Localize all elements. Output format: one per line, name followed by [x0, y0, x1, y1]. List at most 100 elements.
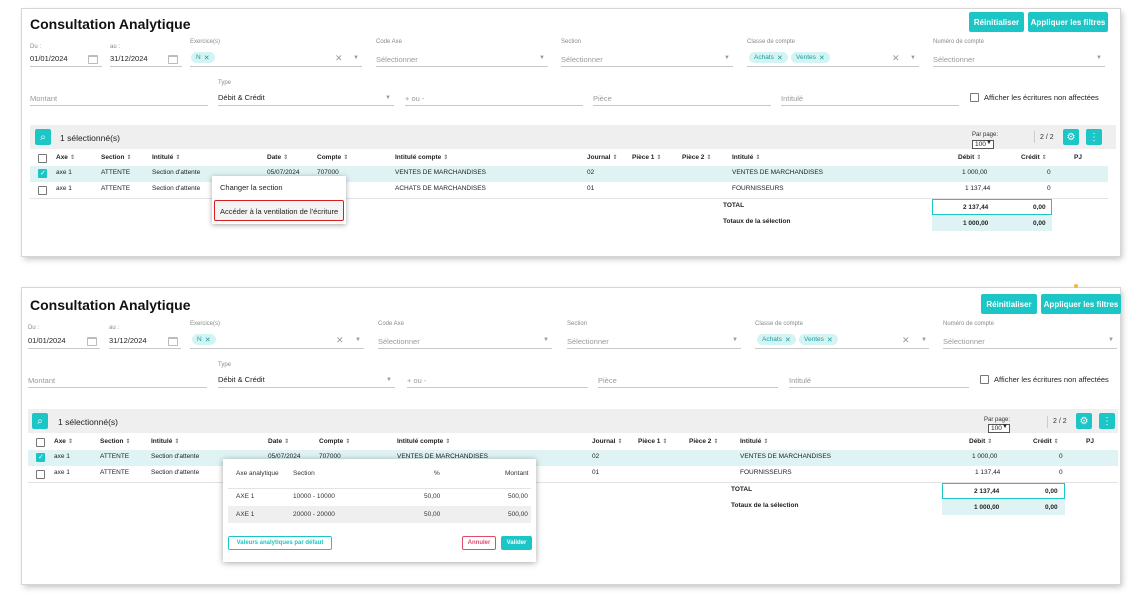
classe-chip-ventes[interactable]: Ventes ✕	[799, 334, 838, 345]
au-date-input[interactable]: 31/12/2024	[109, 336, 147, 345]
type-select[interactable]: Débit & Crédit	[218, 93, 265, 102]
col-piece2[interactable]: Pièce 2 ⇕	[682, 154, 711, 161]
col-axe[interactable]: Axe ⇕	[56, 154, 75, 161]
select-all-checkbox[interactable]	[36, 438, 45, 447]
classe-chip-achats[interactable]: Achats ✕	[757, 334, 796, 345]
numero-select[interactable]: Sélectionner	[943, 337, 985, 346]
classe-chip-ventes[interactable]: Ventes ✕	[791, 52, 830, 63]
col-debit[interactable]: Débit ⇕	[969, 438, 992, 445]
validate-button[interactable]: Valider	[501, 536, 532, 550]
close-icon[interactable]: ✕	[335, 53, 343, 64]
reset-button[interactable]: Réinitialiser	[981, 294, 1037, 314]
col-intitule-2[interactable]: Intitulé ⇕	[732, 154, 760, 161]
col-debit[interactable]: Débit ⇕	[958, 154, 981, 161]
change-section-menu-item[interactable]: Changer la section	[220, 183, 283, 192]
chevron-down-icon[interactable]: ▼	[1108, 337, 1114, 343]
close-icon[interactable]: ✕	[902, 335, 910, 346]
montant-input[interactable]: Montant	[30, 94, 57, 103]
numero-select[interactable]: Sélectionner	[933, 55, 975, 64]
per-page-select[interactable]: 100 ▼	[988, 424, 1010, 433]
col-section[interactable]: Section ⇕	[100, 438, 131, 445]
chevron-down-icon[interactable]: ▼	[732, 337, 738, 343]
type-select[interactable]: Débit & Crédit	[218, 375, 265, 384]
col-intitule-compte[interactable]: Intitulé compte ⇕	[397, 438, 450, 445]
row-checkbox[interactable]	[36, 470, 45, 479]
calendar-icon[interactable]	[168, 55, 178, 64]
col-journal[interactable]: Journal ⇕	[587, 154, 618, 161]
col-section[interactable]: Section ⇕	[101, 154, 132, 161]
popup-cell-montant[interactable]: 500,00	[508, 511, 528, 518]
du-date-input[interactable]: 01/01/2024	[30, 54, 68, 63]
apply-filters-button[interactable]: Appliquer les filtres	[1041, 294, 1121, 314]
more-vert-icon[interactable]: ⋮	[1086, 129, 1102, 145]
non-affectees-checkbox[interactable]	[970, 93, 979, 102]
chevron-down-icon[interactable]: ▼	[724, 55, 730, 61]
popup-cell-section[interactable]: 20000 - 20000	[293, 511, 335, 518]
chevron-down-icon[interactable]: ▼	[539, 55, 545, 61]
chevron-down-icon[interactable]: ▼	[1096, 55, 1102, 61]
default-values-button[interactable]: Valeurs analytiques par défaut	[228, 536, 332, 550]
intitule-input[interactable]: Intitulé	[781, 94, 803, 103]
du-date-input[interactable]: 01/01/2024	[28, 336, 66, 345]
row-checkbox[interactable]	[38, 186, 47, 195]
col-credit[interactable]: Crédit ⇕	[1033, 438, 1059, 445]
chevron-down-icon[interactable]: ▼	[385, 95, 391, 101]
close-icon[interactable]: ✕	[892, 53, 900, 64]
piece-input[interactable]: Pièce	[593, 94, 612, 103]
col-intitule[interactable]: Intitulé ⇕	[151, 438, 179, 445]
popup-cell-pct[interactable]: 50,00	[424, 493, 440, 500]
code-axe-select[interactable]: Sélectionner	[376, 55, 418, 64]
gear-icon[interactable]: ⚙	[1076, 413, 1092, 429]
chevron-down-icon[interactable]: ▼	[910, 55, 916, 61]
exercice-chip[interactable]: N ✕	[192, 334, 216, 345]
intitule-input[interactable]: Intitulé	[789, 376, 811, 385]
apply-filters-button[interactable]: Appliquer les filtres	[1028, 12, 1108, 32]
chevron-down-icon[interactable]: ▼	[921, 337, 927, 343]
select-all-checkbox[interactable]	[38, 154, 47, 163]
reset-button[interactable]: Réinitialiser	[969, 12, 1024, 32]
chevron-down-icon[interactable]: ▼	[543, 337, 549, 343]
col-piece1[interactable]: Pièce 1 ⇕	[638, 438, 667, 445]
calendar-icon[interactable]	[88, 55, 98, 64]
section-select[interactable]: Sélectionner	[567, 337, 609, 346]
section-select[interactable]: Sélectionner	[561, 55, 603, 64]
montant-input[interactable]: Montant	[28, 376, 55, 385]
non-affectees-checkbox[interactable]	[980, 375, 989, 384]
code-axe-select[interactable]: Sélectionner	[378, 337, 420, 346]
au-date-input[interactable]: 31/12/2024	[110, 54, 148, 63]
col-date[interactable]: Date ⇕	[268, 438, 289, 445]
popup-cell-section[interactable]: 10000 - 10000	[293, 493, 335, 500]
row-checkbox[interactable]	[36, 453, 45, 462]
popup-cell-pct[interactable]: 50,00	[424, 511, 440, 518]
exercice-chip[interactable]: N ✕	[191, 52, 215, 63]
col-compte[interactable]: Compte ⇕	[319, 438, 350, 445]
col-journal[interactable]: Journal ⇕	[592, 438, 623, 445]
calendar-icon[interactable]	[168, 337, 178, 346]
classe-chip-achats[interactable]: Achats ✕	[749, 52, 788, 63]
chevron-down-icon[interactable]: ▼	[386, 377, 392, 383]
col-piece1[interactable]: Pièce 1 ⇕	[632, 154, 661, 161]
plus-minus-input[interactable]: + ou -	[407, 376, 426, 385]
col-axe[interactable]: Axe ⇕	[54, 438, 73, 445]
row-checkbox[interactable]	[38, 169, 47, 178]
ventilation-menu-item[interactable]: Accéder à la ventilation de l'écriture	[220, 207, 338, 216]
more-vert-icon[interactable]: ⋮	[1099, 413, 1115, 429]
piece-input[interactable]: Pièce	[598, 376, 617, 385]
col-intitule-compte[interactable]: Intitulé compte ⇕	[395, 154, 448, 161]
cancel-button[interactable]: Annuler	[462, 536, 496, 550]
popup-cell-montant[interactable]: 500,00	[508, 493, 528, 500]
col-compte[interactable]: Compte ⇕	[317, 154, 348, 161]
chevron-down-icon[interactable]: ▼	[353, 55, 359, 61]
chevron-down-icon[interactable]: ▼	[355, 337, 361, 343]
col-credit[interactable]: Crédit ⇕	[1021, 154, 1047, 161]
search-icon[interactable]: ⌕	[35, 129, 51, 145]
col-date[interactable]: Date ⇕	[267, 154, 288, 161]
col-intitule[interactable]: Intitulé ⇕	[152, 154, 180, 161]
calendar-icon[interactable]	[87, 337, 97, 346]
search-icon[interactable]: ⌕	[32, 413, 48, 429]
plus-minus-input[interactable]: + ou -	[405, 94, 424, 103]
per-page-select[interactable]: 100 ▼	[972, 140, 994, 149]
close-icon[interactable]: ✕	[336, 335, 344, 346]
gear-icon[interactable]: ⚙	[1063, 129, 1079, 145]
col-piece2[interactable]: Pièce 2 ⇕	[689, 438, 718, 445]
